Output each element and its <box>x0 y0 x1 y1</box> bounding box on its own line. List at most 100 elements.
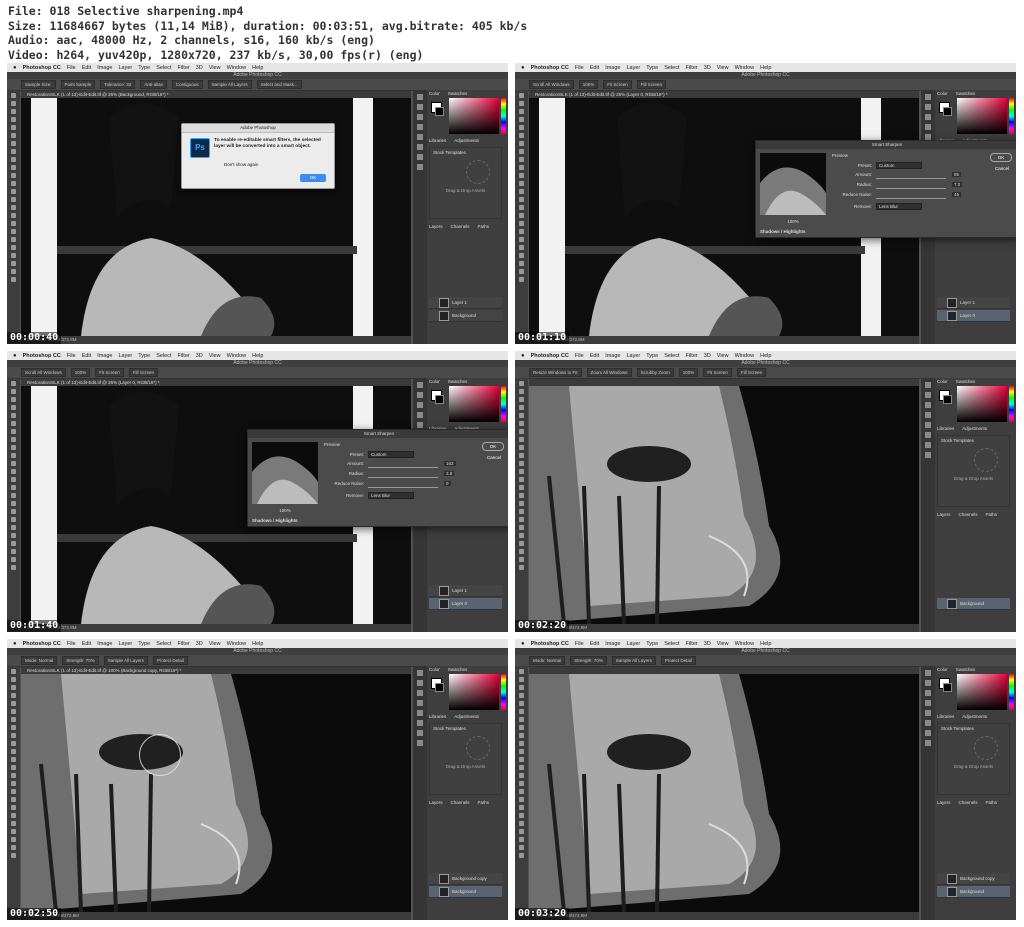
tool-icon[interactable] <box>519 533 524 538</box>
dialog-ok-button[interactable]: OK <box>990 153 1012 162</box>
document-tab[interactable]: RestorationSILK (1 of 13)-Edit-Edit.tif … <box>21 379 411 386</box>
menu-item[interactable]: View <box>209 353 221 359</box>
panel-icon[interactable] <box>925 452 931 458</box>
background-swatch[interactable] <box>435 395 444 404</box>
panel-icon[interactable] <box>925 392 931 398</box>
tool-icon[interactable] <box>11 261 16 266</box>
tool-icon[interactable] <box>519 157 524 162</box>
menu-item[interactable]: Help <box>760 65 771 71</box>
apple-icon[interactable]: ● <box>13 65 17 71</box>
panel-icon[interactable] <box>417 392 423 398</box>
menu-item[interactable]: Help <box>760 353 771 359</box>
tool-icon[interactable] <box>11 669 16 674</box>
tool-icon[interactable] <box>519 437 524 442</box>
panel-icon[interactable] <box>417 144 423 150</box>
tool-icon[interactable] <box>11 853 16 858</box>
color-field[interactable] <box>957 98 1007 134</box>
tool-icon[interactable] <box>519 837 524 842</box>
tool-icon[interactable] <box>11 173 16 178</box>
image-canvas[interactable] <box>529 674 919 912</box>
image-canvas[interactable] <box>21 674 411 912</box>
panel-tab[interactable]: Swatches <box>448 667 468 672</box>
panel-tab[interactable]: Channels <box>451 224 470 229</box>
background-swatch[interactable] <box>943 395 952 404</box>
option-control[interactable]: Strength: 70% <box>570 656 607 665</box>
layer-row[interactable]: Layer 1 <box>937 297 1010 309</box>
panel-icon[interactable] <box>417 700 423 706</box>
tool-icon[interactable] <box>11 565 16 570</box>
panel-tab[interactable]: Paths <box>478 800 490 805</box>
tool-icon[interactable] <box>11 533 16 538</box>
menu-app-name[interactable]: Photoshop CC <box>531 353 569 359</box>
tool-icon[interactable] <box>11 429 16 434</box>
menu-item[interactable]: Type <box>138 641 150 647</box>
tool-icon[interactable] <box>519 725 524 730</box>
tool-icon[interactable] <box>519 229 524 234</box>
tool-icon[interactable] <box>519 173 524 178</box>
panel-tab[interactable]: Color <box>429 379 440 384</box>
menu-app-name[interactable]: Photoshop CC <box>23 641 61 647</box>
menu-item[interactable]: Filter <box>685 65 697 71</box>
shadows-highlights-toggle[interactable]: Shadows / Highlights <box>760 229 806 234</box>
option-control[interactable]: Fit Screen <box>95 368 124 377</box>
dialog-slider[interactable] <box>368 477 438 478</box>
dialog-cancel-button[interactable]: Cancel <box>992 165 1012 172</box>
tool-icon[interactable] <box>11 477 16 482</box>
tool-icon[interactable] <box>11 493 16 498</box>
panel-tab[interactable]: Libraries <box>937 714 954 719</box>
dialog-select[interactable]: Lens Blur <box>368 492 414 499</box>
library-select[interactable]: Stock Templates <box>433 150 466 156</box>
dialog-slider[interactable] <box>368 487 438 488</box>
tool-icon[interactable] <box>519 541 524 546</box>
tool-icon[interactable] <box>519 277 524 282</box>
panel-tab[interactable]: Paths <box>478 224 490 229</box>
tool-icon[interactable] <box>11 237 16 242</box>
option-control[interactable]: 100% <box>70 368 91 377</box>
panel-tab[interactable]: Libraries <box>429 138 446 143</box>
tool-icon[interactable] <box>11 845 16 850</box>
tool-icon[interactable] <box>519 717 524 722</box>
menu-item[interactable]: Layer <box>118 353 132 359</box>
menu-app-name[interactable]: Photoshop CC <box>23 65 61 71</box>
layer-row[interactable]: Background <box>429 310 502 322</box>
panel-icon[interactable] <box>417 94 423 100</box>
option-control[interactable]: Resize Windows to Fit <box>529 368 582 377</box>
menu-item[interactable]: Image <box>605 353 620 359</box>
panel-icon[interactable] <box>417 382 423 388</box>
menu-item[interactable]: File <box>575 65 584 71</box>
menu-item[interactable]: Image <box>97 353 112 359</box>
tool-icon[interactable] <box>519 693 524 698</box>
background-swatch[interactable] <box>435 107 444 116</box>
dialog-select[interactable]: Custom <box>368 451 414 458</box>
option-control[interactable]: Sample All Layers <box>611 656 656 665</box>
panel-tab[interactable]: Layers <box>429 224 443 229</box>
menu-item[interactable]: Image <box>605 65 620 71</box>
document-tab[interactable]: RestorationSILK (1 of 13)-Edit-Edit.tif … <box>21 91 411 98</box>
menu-item[interactable]: Type <box>646 641 658 647</box>
tool-icon[interactable] <box>11 397 16 402</box>
tool-icon[interactable] <box>519 501 524 506</box>
panel-icon[interactable] <box>417 412 423 418</box>
tool-icon[interactable] <box>519 677 524 682</box>
tool-icon[interactable] <box>11 749 16 754</box>
panel-tab[interactable]: Channels <box>451 800 470 805</box>
menu-item[interactable]: Window <box>227 65 247 71</box>
panel-icon[interactable] <box>925 680 931 686</box>
panel-icon[interactable] <box>925 720 931 726</box>
menu-item[interactable]: Type <box>138 65 150 71</box>
tool-icon[interactable] <box>11 213 16 218</box>
layer-row[interactable]: Background <box>429 886 502 898</box>
menu-item[interactable]: Window <box>227 641 247 647</box>
menu-item[interactable]: Filter <box>685 353 697 359</box>
tool-icon[interactable] <box>519 765 524 770</box>
panel-icon[interactable] <box>417 402 423 408</box>
tool-icon[interactable] <box>11 685 16 690</box>
panel-tab[interactable]: Swatches <box>956 379 976 384</box>
option-control[interactable]: Sample Size: <box>21 80 56 89</box>
tool-icon[interactable] <box>519 565 524 570</box>
panel-icon[interactable] <box>925 104 931 110</box>
layer-row[interactable]: Layer 0 <box>937 310 1010 322</box>
tool-icon[interactable] <box>11 765 16 770</box>
tool-icon[interactable] <box>11 693 16 698</box>
panel-tab[interactable]: Swatches <box>956 91 976 96</box>
